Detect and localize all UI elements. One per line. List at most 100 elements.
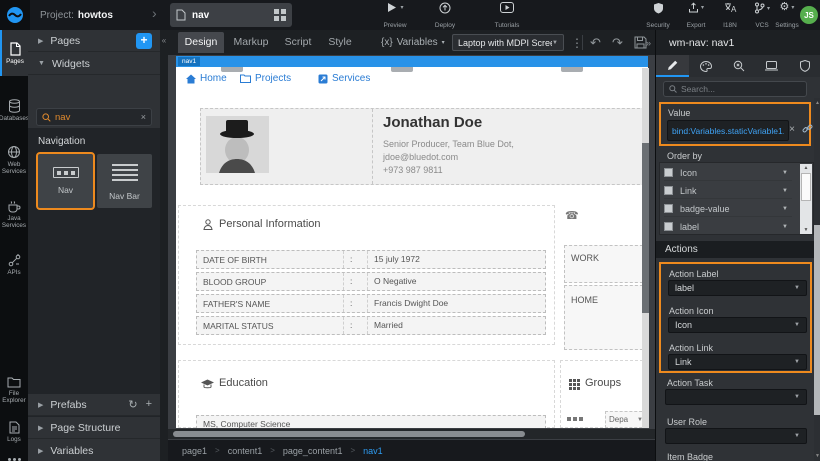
clear-value-icon[interactable]: × xyxy=(789,124,795,135)
order-by-item-label-row[interactable]: label ▼ xyxy=(664,219,792,235)
tab-device-preview[interactable] xyxy=(755,55,788,77)
export-caret-icon[interactable]: ▾ xyxy=(701,4,704,11)
scroll-thumb[interactable] xyxy=(814,225,820,415)
clear-search-icon[interactable]: × xyxy=(141,112,146,122)
action-label-select[interactable]: label ▼ xyxy=(668,280,807,296)
widget-selection-bar[interactable]: nav1 xyxy=(176,56,648,67)
table-row[interactable]: DATE OF BIRTH : 15 july 1972 xyxy=(196,250,546,269)
user-role-select[interactable]: ▼ xyxy=(665,428,807,444)
widgets-section-header[interactable]: ▼ Widgets xyxy=(28,53,160,75)
rail-item-logs[interactable]: Logs xyxy=(0,414,28,450)
contact-row-work[interactable]: WORK xyxy=(564,245,648,283)
order-by-item-link[interactable]: Link ▼ xyxy=(664,183,792,199)
add-page-button[interactable]: + xyxy=(136,33,152,49)
actions-section-header[interactable]: Actions xyxy=(656,241,814,258)
tab-design[interactable]: Design xyxy=(178,32,224,53)
scroll-down-icon[interactable]: ▼ xyxy=(814,453,820,459)
collapse-right-panel-icon[interactable]: » xyxy=(646,30,651,55)
tutorials-button[interactable]: Tutorials xyxy=(484,2,530,29)
add-prefab-icon[interactable]: + xyxy=(146,398,152,411)
user-avatar[interactable]: JS xyxy=(800,6,818,24)
profile-section[interactable]: Jonathan Doe Senior Producer, Team Blue … xyxy=(200,108,648,185)
widget-tile-nav[interactable]: Nav xyxy=(38,154,93,208)
drag-handle[interactable] xyxy=(221,67,243,72)
checkbox[interactable] xyxy=(664,168,673,177)
breadcrumb-item-page-content1[interactable]: page_content1 xyxy=(283,446,343,456)
tab-styles[interactable] xyxy=(689,55,722,77)
action-link-select[interactable]: Link ▼ xyxy=(668,354,807,370)
scroll-thumb[interactable] xyxy=(642,143,649,313)
redo-icon[interactable]: ↷ xyxy=(612,30,623,55)
device-select[interactable]: Laptop with MDPI Screen ▼ xyxy=(452,34,564,51)
undo-icon[interactable]: ↶ xyxy=(590,30,601,55)
scroll-up-icon[interactable]: ▲ xyxy=(800,165,812,171)
groups-department-cell[interactable]: Depa ▼ xyxy=(605,411,647,428)
value-input[interactable]: bind:Variables.staticVariable1.dataSet xyxy=(667,120,789,141)
property-search-input[interactable] xyxy=(681,84,801,94)
widget-search-input[interactable] xyxy=(55,112,141,123)
chevron-down-icon[interactable]: ▼ xyxy=(782,170,788,176)
drag-handle[interactable] xyxy=(391,67,413,72)
order-by-item-badge-value[interactable]: badge-value ▼ xyxy=(664,201,792,217)
rail-item-databases[interactable]: Databases xyxy=(0,88,28,132)
tab-markup[interactable]: Markup xyxy=(228,32,274,53)
breadcrumb-item-nav1[interactable]: nav1 xyxy=(363,446,383,456)
breadcrumb-item-page1[interactable]: page1 xyxy=(182,446,207,456)
wavemaker-logo[interactable] xyxy=(0,0,30,30)
canvas-vertical-scrollbar[interactable] xyxy=(642,68,649,428)
contact-row-home[interactable]: HOME xyxy=(564,285,648,350)
nav-item-services[interactable]: Services xyxy=(318,73,370,84)
security-button[interactable]: Security xyxy=(640,2,676,29)
bind-link-icon[interactable] xyxy=(802,123,813,134)
chevron-down-icon[interactable]: ▼ xyxy=(782,188,788,194)
panel-scrollbar[interactable]: ▲ ▼ xyxy=(814,98,820,461)
nav-item-home[interactable]: Home xyxy=(186,73,227,84)
tab-security[interactable] xyxy=(788,55,820,77)
tab-properties[interactable] xyxy=(656,55,689,77)
settings-caret-icon[interactable]: ▾ xyxy=(791,4,794,11)
prefabs-section-header[interactable]: ▶ Prefabs ↻ + xyxy=(28,394,160,416)
scroll-thumb[interactable] xyxy=(173,431,525,437)
rail-item-java-services[interactable]: Java Services xyxy=(0,190,28,238)
action-icon-select[interactable]: Icon ▼ xyxy=(668,317,807,333)
scroll-down-icon[interactable]: ▼ xyxy=(800,227,812,233)
rail-item-more[interactable] xyxy=(0,452,28,461)
vcs-caret-icon[interactable]: ▾ xyxy=(767,5,770,12)
widget-tile-navbar[interactable]: Nav Bar xyxy=(97,154,152,208)
order-by-scrollbar[interactable]: ▲ ▼ xyxy=(800,164,812,234)
drag-handle[interactable] xyxy=(561,67,583,72)
refresh-prefabs-icon[interactable]: ↻ xyxy=(128,398,137,411)
table-row[interactable]: FATHER'S NAME : Francis Dwight Doe xyxy=(196,294,546,313)
collapse-left-panel-icon[interactable]: « xyxy=(160,36,168,45)
pages-section-header[interactable]: ▶ Pages + xyxy=(28,30,160,52)
canvas-horizontal-scrollbar[interactable] xyxy=(168,429,655,439)
nav-item-projects[interactable]: Projects xyxy=(240,73,291,84)
action-task-select[interactable]: ▼ xyxy=(665,389,807,405)
checkbox[interactable] xyxy=(664,222,673,231)
table-row[interactable]: MARITAL STATUS : Married xyxy=(196,316,546,335)
breadcrumb-item-content1[interactable]: content1 xyxy=(228,446,263,456)
preview-button[interactable]: ▾ Preview xyxy=(372,2,418,29)
preview-caret-icon[interactable]: ▾ xyxy=(400,4,403,11)
page-structure-section-header[interactable]: ▶ Page Structure xyxy=(28,417,160,439)
settings-button[interactable]: ⚙ ▾ Settings xyxy=(772,2,802,29)
page-name-widget[interactable]: nav xyxy=(170,3,292,27)
rail-item-web-services[interactable]: Web Services xyxy=(0,136,28,184)
chevron-down-icon[interactable]: ▼ xyxy=(782,224,788,230)
table-row[interactable]: BLOOD GROUP : O Negative xyxy=(196,272,546,291)
export-button[interactable]: ▾ Export xyxy=(678,2,714,29)
variables-menu[interactable]: {x} Variables ▾ xyxy=(381,30,445,55)
chevron-down-icon[interactable]: ▼ xyxy=(782,206,788,212)
order-by-item-icon[interactable]: Icon ▼ xyxy=(664,165,792,181)
i18n-button[interactable]: A I18N xyxy=(714,2,746,29)
rail-item-pages[interactable]: Pages xyxy=(0,30,28,76)
checkbox[interactable] xyxy=(664,204,673,213)
rail-item-file-explorer[interactable]: File Explorer xyxy=(0,368,28,412)
tab-style[interactable]: Style xyxy=(321,32,359,53)
scroll-thumb[interactable] xyxy=(801,173,811,201)
page-switcher-icon[interactable] xyxy=(274,9,286,21)
deploy-button[interactable]: Deploy xyxy=(422,2,468,29)
checkbox[interactable] xyxy=(664,186,673,195)
variables-section-header[interactable]: ▶ Variables xyxy=(28,440,160,461)
tab-script[interactable]: Script xyxy=(278,32,318,53)
